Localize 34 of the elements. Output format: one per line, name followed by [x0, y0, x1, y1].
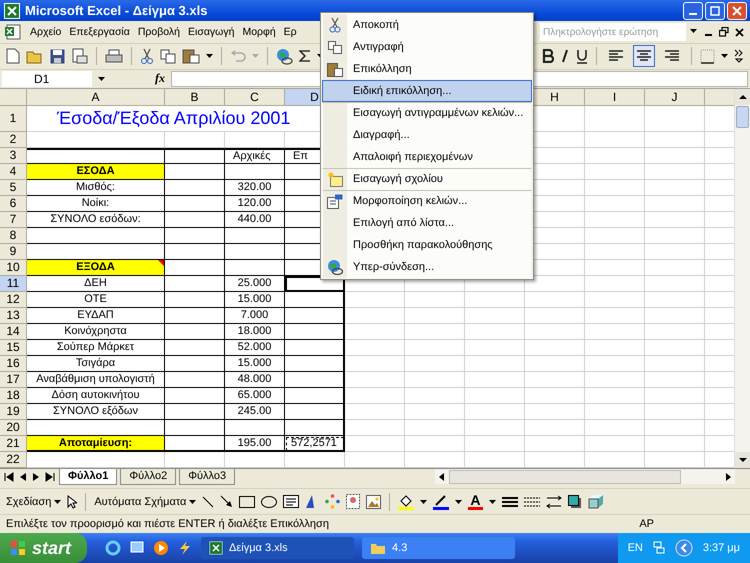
table-cell: 65.000	[225, 388, 285, 404]
table-cell: 120.00	[225, 196, 285, 212]
table-cell: Αποταμίευση:	[27, 436, 165, 452]
table-cell: ΔΕΗ	[27, 276, 165, 292]
table-cell: 52.000	[225, 340, 285, 356]
table-cell: ΟΤΕ	[27, 292, 165, 308]
table-cell: ΕΥΔΑΠ	[27, 308, 165, 324]
table-cell: Δόση αυτοκινήτου	[27, 388, 165, 404]
table-cell: 25.000	[225, 276, 285, 292]
table-cell: Αρχικές	[225, 148, 285, 164]
table-cell: Σούπερ Μάρκετ	[27, 340, 165, 356]
table-cell: 195.00	[225, 436, 285, 452]
table-cell: 7.000	[225, 308, 285, 324]
table-cell: 48.000	[225, 372, 285, 388]
table-cell: ΕΣΟΔΑ	[27, 164, 165, 180]
table-cell: 15.000	[225, 356, 285, 372]
status-message: Επιλέξτε τον προορισμό και πιέστε ENTER ή διαλέξτε Επικόλληση	[6, 518, 329, 530]
table-cell: ΕΞΟΔΑ	[27, 260, 165, 276]
table-cell: Τσιγάρα	[27, 356, 165, 372]
status-indicator: ΑΡ	[639, 518, 654, 530]
table-cell: ΣΥΝΟΛΟ εξόδων	[27, 404, 165, 420]
clock: 3:37 μμ	[702, 542, 740, 554]
table-cell: 245.00	[225, 404, 285, 420]
table-cell: 572,2571	[285, 436, 345, 452]
table-cell: 18.000	[225, 324, 285, 340]
table-cell: Αναβάθμιση υπολογιστή	[27, 372, 165, 388]
table-cell: 15.000	[225, 292, 285, 308]
table-cell: ΣΥΝΟΛΟ εσόδων:	[27, 212, 165, 228]
window-title: Microsoft Excel - Δείγμα 3.xls	[25, 3, 208, 18]
table-cell: 320.00	[225, 180, 285, 196]
table-cell: Κοινόχρηστα	[27, 324, 165, 340]
table-cell: 440.00	[225, 212, 285, 228]
table-cell: Μισθός:	[27, 180, 165, 196]
table-cell: Νοίκι:	[27, 196, 165, 212]
